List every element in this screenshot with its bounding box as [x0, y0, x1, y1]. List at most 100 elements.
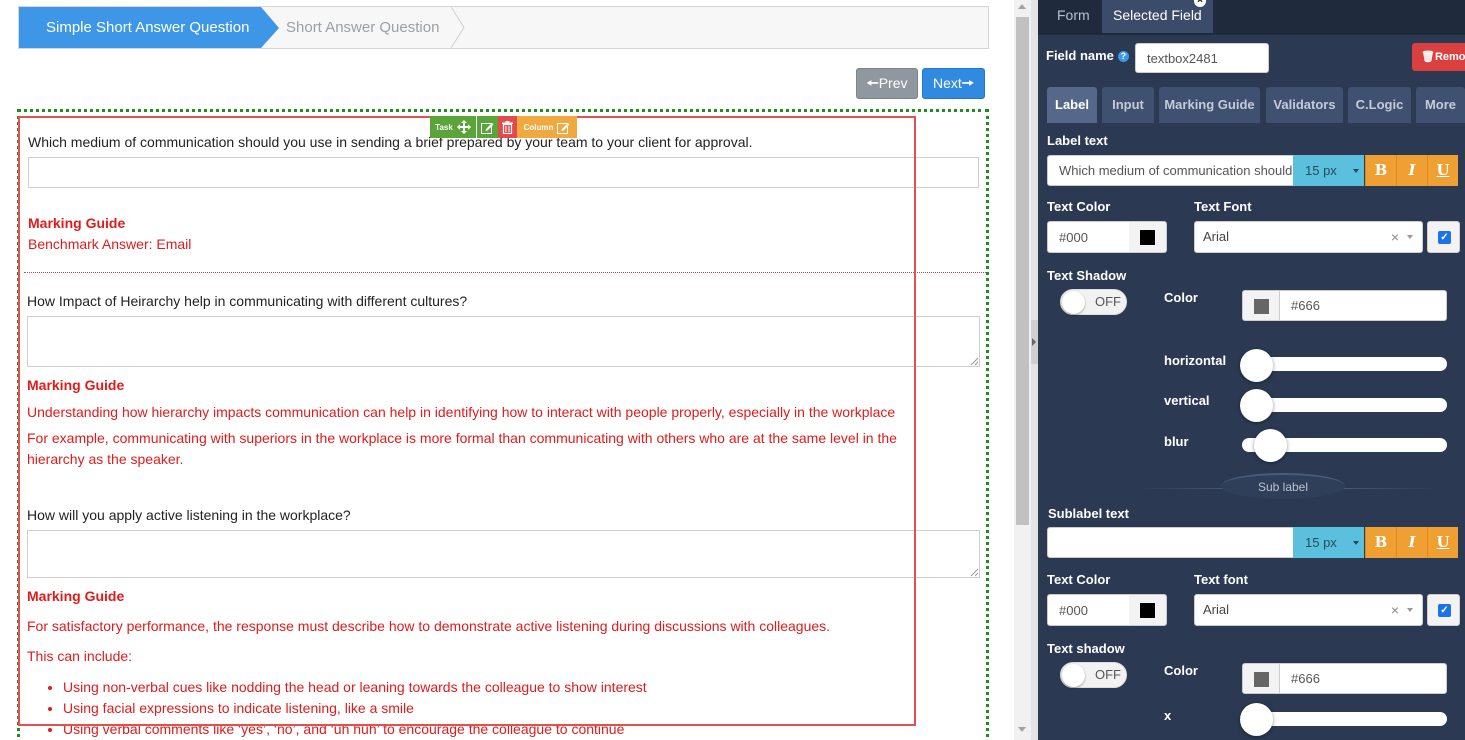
italic-button[interactable]: I	[1396, 155, 1427, 186]
shadow-color-input[interactable]: #666	[1279, 290, 1447, 321]
sub-text-shadow-label: Text shadow	[1047, 641, 1125, 656]
next-button[interactable]: Next🠖	[922, 68, 985, 99]
check-icon: ✓	[1438, 604, 1451, 617]
wizard-step-1[interactable]: Simple Short Answer Question	[19, 7, 261, 48]
question-1-benchmark: Benchmark Answer: Email	[28, 236, 192, 252]
toggle-state: OFF	[1095, 667, 1121, 682]
question-2-marking-line-1: Understanding how hierarchy impacts comm…	[27, 404, 896, 420]
underline-button[interactable]: U	[1427, 155, 1458, 186]
form-canvas	[17, 109, 989, 740]
question-2-label[interactable]: How Impact of Heirarchy help in communic…	[27, 293, 467, 309]
label-text-input[interactable]: Which medium of communication should you…	[1047, 155, 1294, 186]
help-icon[interactable]: ?	[1117, 51, 1129, 62]
task-label: Task	[435, 122, 453, 132]
chevron-down-icon	[1353, 169, 1359, 173]
color-swatch	[1140, 230, 1155, 245]
question-2-input[interactable]	[27, 316, 980, 367]
sub-font-size-dropdown[interactable]: 15 px	[1293, 527, 1364, 558]
sub-underline-button[interactable]: U	[1427, 527, 1458, 558]
splitter-handle[interactable]	[1031, 320, 1038, 364]
text-font-value: Arial	[1203, 229, 1230, 244]
list-item: Using facial expressions to indicate lis…	[63, 698, 647, 719]
clear-icon[interactable]: ×	[1391, 222, 1399, 252]
check-icon: ✓	[1438, 231, 1451, 244]
edit-field-button[interactable]	[476, 116, 498, 138]
scroll-thumb[interactable]	[1016, 17, 1029, 525]
font-size-dropdown[interactable]: 15 px	[1293, 155, 1364, 186]
prev-button[interactable]: 🠔Prev	[856, 68, 918, 99]
font-checkbox[interactable]: ✓	[1427, 221, 1460, 253]
remove-button[interactable]: 🗑Remove	[1412, 43, 1465, 71]
sub-text-color-input[interactable]: #000	[1047, 594, 1130, 626]
panel-splitter[interactable]	[1031, 0, 1038, 740]
tab-form[interactable]: Form	[1046, 0, 1101, 33]
vertical-slider-handle[interactable]	[1240, 389, 1273, 422]
font-size-value: 15 px	[1305, 163, 1337, 178]
subtab-marking-guide[interactable]: Marking Guide	[1159, 87, 1260, 123]
task-drag-button[interactable]: Task	[430, 116, 476, 138]
sub-shadow-color-label: Color	[1164, 663, 1198, 678]
trash-icon: 🗑	[1421, 51, 1435, 63]
list-item: Using verbal comments like ‘yes’, ‘no’, …	[63, 719, 647, 740]
properties-panel: Form Selected Field × Field name? textbo…	[1038, 0, 1465, 740]
blur-slider-handle[interactable]	[1254, 429, 1287, 462]
delete-field-button[interactable]	[498, 116, 517, 138]
sub-shadow-color-picker[interactable]	[1242, 663, 1280, 694]
column-button[interactable]: Column	[517, 116, 577, 138]
arrow-left-icon: 🠔	[866, 75, 879, 91]
sub-text-font-select[interactable]: Arial ×	[1194, 594, 1423, 626]
subtab-label[interactable]: Label	[1047, 87, 1097, 123]
resize-handle-icon[interactable]	[970, 568, 979, 577]
edit-icon	[557, 122, 570, 134]
sublabel-section-tab[interactable]: Sub label	[1221, 473, 1345, 499]
color-swatch	[1254, 299, 1269, 314]
wizard-steps: Simple Short Answer Question Short Answe…	[18, 6, 989, 49]
shadow-color-picker[interactable]	[1242, 290, 1280, 321]
bold-button[interactable]: B	[1365, 155, 1396, 186]
question-3-input[interactable]	[27, 530, 980, 578]
sub-font-checkbox[interactable]: ✓	[1427, 594, 1460, 626]
column-label: Column	[523, 122, 554, 132]
text-shadow-label: Text Shadow	[1047, 268, 1127, 283]
sub-text-color-picker[interactable]	[1129, 594, 1167, 626]
list-item: Using non-verbal cues like nodding the h…	[63, 677, 647, 698]
sublabel-text-input[interactable]	[1047, 527, 1294, 558]
sub-text-color-label: Text Color	[1047, 572, 1111, 587]
text-color-picker[interactable]	[1129, 221, 1167, 253]
question-3-marking-title: Marking Guide	[27, 588, 125, 604]
prev-label: Prev	[878, 75, 908, 91]
chevron-down-icon	[1353, 541, 1359, 545]
sub-shadow-color-input[interactable]: #666	[1279, 663, 1447, 694]
subtab-clogic[interactable]: C.Logic	[1348, 87, 1411, 123]
text-font-select[interactable]: Arial ×	[1194, 221, 1423, 253]
sub-text-shadow-toggle[interactable]: OFF	[1060, 662, 1127, 688]
subtab-input[interactable]: Input	[1102, 87, 1154, 123]
question-1-marking-title: Marking Guide	[28, 215, 126, 231]
text-color-input[interactable]: #000	[1047, 221, 1130, 253]
sub-italic-button[interactable]: I	[1396, 527, 1427, 558]
horizontal-slider-handle[interactable]	[1240, 349, 1273, 382]
scroll-down-icon[interactable]	[1018, 727, 1026, 732]
clear-icon[interactable]: ×	[1391, 595, 1399, 625]
text-shadow-toggle[interactable]: OFF	[1060, 289, 1127, 315]
wizard-step-2[interactable]: Short Answer Question	[286, 7, 439, 48]
divider	[24, 272, 986, 273]
x-slider-handle[interactable]	[1240, 703, 1273, 736]
question-1-label[interactable]: Which medium of communication should you…	[28, 134, 753, 150]
field-name-input[interactable]: textbox2481	[1135, 43, 1269, 73]
remove-label: Remove	[1434, 51, 1465, 63]
question-3-label[interactable]: How will you apply active listening in t…	[27, 507, 351, 523]
sub-bold-button[interactable]: B	[1365, 527, 1396, 558]
arrow-right-icon: 🠖	[961, 75, 975, 91]
text-color-label: Text Color	[1047, 199, 1111, 214]
resize-handle-icon[interactable]	[970, 357, 979, 366]
question-1-input[interactable]	[28, 157, 979, 188]
editor-scrollbar[interactable]	[1014, 0, 1031, 740]
question-3-marking-line-2: This can include:	[27, 648, 133, 664]
scroll-up-icon[interactable]	[1018, 4, 1026, 9]
color-swatch	[1254, 672, 1269, 687]
subtab-validators[interactable]: Validators	[1266, 87, 1343, 123]
subtab-more[interactable]: More	[1416, 87, 1465, 123]
sub-font-size-value: 15 px	[1305, 535, 1337, 550]
question-2-marking-line-2: For example, communicating with superior…	[27, 430, 897, 467]
